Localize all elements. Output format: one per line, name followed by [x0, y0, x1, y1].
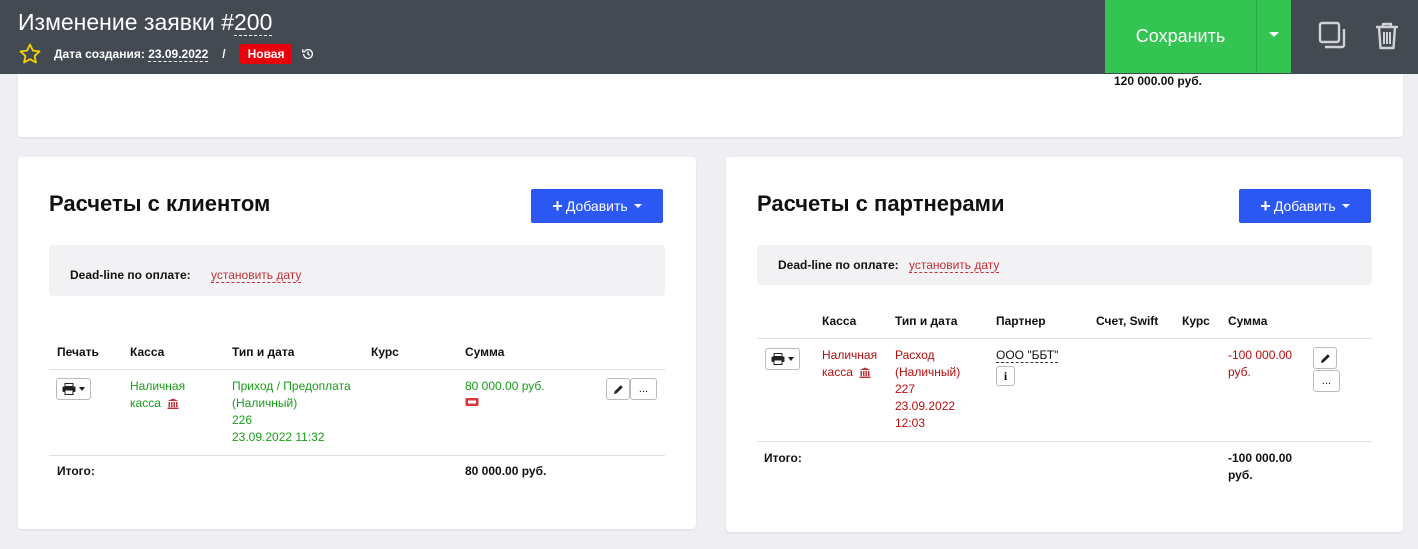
- kassa-line: Наличная: [822, 348, 878, 362]
- plus-icon: +: [1260, 195, 1271, 216]
- client-kassa-cell: Наличная касса: [130, 378, 185, 412]
- copy-icon[interactable]: [1318, 21, 1346, 51]
- deadline-label: Dead-line по оплате:: [778, 258, 899, 272]
- partner-payments-card: Расчеты с партнерами + Добавить Dead-line…: [726, 157, 1403, 532]
- print-button[interactable]: [56, 378, 91, 400]
- type-line: (Наличный): [895, 365, 961, 379]
- partner-name-cell: ООО "ББТ": [996, 347, 1059, 364]
- col-account-swift: Счет, Swift: [1096, 314, 1159, 328]
- type-line: 23.09.2022 11:32: [232, 430, 325, 444]
- total-line: руб.: [1228, 468, 1253, 482]
- printer-icon: [771, 353, 785, 365]
- deadline-label: Dead-line по оплате:: [70, 268, 191, 282]
- type-line: Расход: [895, 348, 935, 362]
- amount-line: -100 000.00: [1228, 348, 1293, 362]
- total-line: -100 000.00: [1228, 451, 1293, 465]
- partners-total-label: Итого:: [764, 451, 802, 465]
- col-partner: Партнер: [996, 314, 1046, 328]
- plus-icon: +: [552, 195, 563, 216]
- divider: [49, 455, 665, 456]
- type-line: 12:03: [895, 416, 926, 430]
- bank-icon: [859, 367, 871, 379]
- partners-total-value: -100 000.00 руб.: [1228, 450, 1292, 484]
- chevron-down-icon: [1341, 204, 1350, 208]
- chevron-down-icon: [633, 204, 642, 208]
- client-add-button[interactable]: + Добавить: [531, 189, 663, 223]
- col-rate: Курс: [1182, 314, 1210, 328]
- type-line: (Наличный): [232, 396, 298, 410]
- type-line: Приход / Предоплата: [232, 379, 351, 393]
- print-button[interactable]: [765, 348, 800, 370]
- col-amount: Сумма: [1228, 314, 1268, 328]
- summary-card: 120 000.00 руб.: [18, 74, 1403, 137]
- client-add-label: Добавить: [565, 198, 628, 214]
- created-date[interactable]: 23.09.2022: [148, 47, 209, 62]
- save-button[interactable]: Сохранить: [1105, 0, 1256, 73]
- client-payments-card: Расчеты с клиентом + Добавить Dead-line п…: [18, 157, 696, 529]
- partner-amount-cell: -100 000.00 руб.: [1228, 347, 1292, 381]
- col-print: Печать: [57, 345, 99, 359]
- meta-row: Дата создания: 23.09.2022 / Новая: [18, 42, 315, 66]
- col-kassa: Касса: [130, 345, 165, 359]
- pencil-icon: [613, 384, 623, 394]
- divider: [49, 369, 665, 370]
- partners-add-button[interactable]: + Добавить: [1239, 189, 1371, 223]
- history-icon[interactable]: [301, 47, 315, 61]
- star-icon[interactable]: [18, 42, 42, 66]
- chevron-down-icon: [1269, 32, 1279, 37]
- type-line: 226: [232, 413, 253, 427]
- col-type-date: Тип и дата: [232, 345, 295, 359]
- info-button[interactable]: i: [996, 366, 1015, 386]
- deadline-set-date-link[interactable]: установить дату: [211, 268, 302, 283]
- partners-card-title: Расчеты с партнерами: [757, 191, 1005, 216]
- partner-kassa-cell: Наличная касса: [822, 347, 877, 381]
- divider: [757, 338, 1372, 339]
- partners-deadline-box: Dead-line по оплате: установить дату: [757, 245, 1372, 285]
- partner-name-link[interactable]: ООО "ББТ": [996, 348, 1059, 363]
- printer-icon: [62, 383, 76, 395]
- trash-icon[interactable]: [1373, 21, 1401, 51]
- amount-value: 80 000.00 руб.: [465, 379, 545, 393]
- type-line: 23.09.2022: [895, 399, 956, 413]
- order-number[interactable]: 200: [234, 9, 273, 36]
- client-total-label: Итого:: [57, 464, 95, 478]
- edit-button[interactable]: [606, 378, 630, 400]
- type-line: 227: [895, 382, 916, 396]
- pencil-icon: [1320, 353, 1330, 363]
- more-button[interactable]: ...: [1313, 370, 1340, 392]
- created-info: Дата создания: 23.09.2022: [54, 47, 209, 62]
- client-type-cell: Приход / Предоплата (Наличный) 226 23.09…: [232, 378, 351, 446]
- kassa-line: касса: [130, 396, 161, 410]
- chevron-down-icon: [788, 357, 794, 361]
- partners-add-label: Добавить: [1273, 198, 1336, 214]
- col-amount: Сумма: [465, 345, 505, 359]
- more-button[interactable]: ...: [630, 378, 657, 400]
- bank-icon: [167, 398, 179, 410]
- kassa-line: Наличная: [130, 379, 186, 393]
- col-rate: Курс: [371, 345, 399, 359]
- created-label: Дата создания:: [54, 47, 145, 61]
- status-badge[interactable]: Новая: [239, 44, 293, 64]
- title-prefix: Изменение заявки #: [18, 9, 235, 35]
- page-title: Изменение заявки #200: [18, 9, 273, 36]
- separator: /: [222, 47, 226, 61]
- chevron-down-icon: [79, 387, 85, 391]
- client-amount-cell: 80 000.00 руб.: [465, 378, 545, 412]
- partner-type-cell: Расход (Наличный) 227 23.09.2022 12:03: [895, 347, 960, 432]
- top-bar: Изменение заявки #200 Дата создания: 23.…: [0, 0, 1418, 74]
- col-type-date: Тип и дата: [895, 314, 958, 328]
- kassa-line: касса: [822, 365, 853, 379]
- amount-line: руб.: [1228, 365, 1251, 379]
- summary-total: 120 000.00 руб.: [1114, 74, 1202, 88]
- save-dropdown-button[interactable]: [1256, 0, 1291, 73]
- ticket-icon: [465, 398, 479, 406]
- client-deadline-box: Dead-line по оплате: установить дату: [49, 245, 665, 296]
- divider: [757, 441, 1372, 442]
- client-card-title: Расчеты с клиентом: [49, 191, 271, 216]
- client-total-value: 80 000.00 руб.: [465, 464, 547, 478]
- col-kassa: Касса: [822, 314, 857, 328]
- deadline-set-date-link[interactable]: установить дату: [909, 258, 1000, 273]
- edit-button[interactable]: [1313, 347, 1337, 369]
